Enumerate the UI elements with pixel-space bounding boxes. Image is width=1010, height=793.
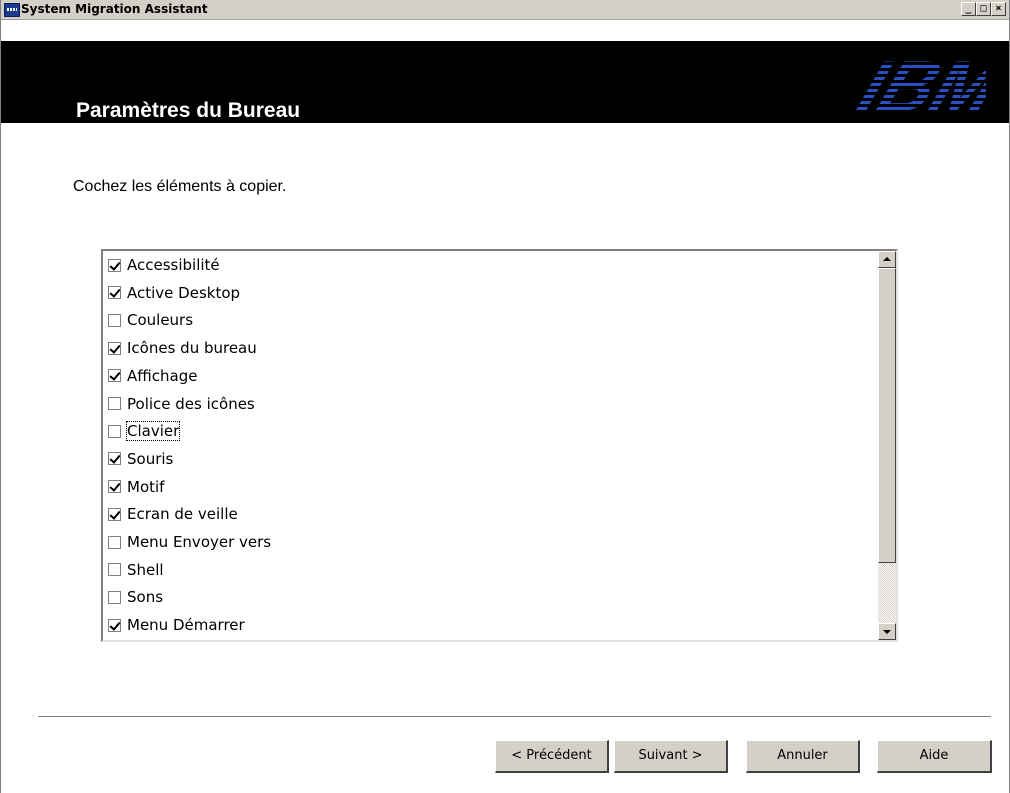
checklist-item-label: Active Desktop xyxy=(127,283,241,302)
items-checklist[interactable]: Accessibilité Active Desktop Couleurs Icône… xyxy=(101,249,898,642)
separator xyxy=(38,716,991,718)
header-banner: Paramètres du Bureau IBM xyxy=(1,41,1009,123)
checklist-item[interactable]: Menu Envoyer vers xyxy=(108,530,271,554)
checklist-item-label: Motif xyxy=(127,477,165,496)
checklist-item-label: Menu Démarrer xyxy=(127,616,245,635)
checklist-item[interactable]: Shell xyxy=(108,558,164,582)
checklist-item[interactable]: Menu Démarrer xyxy=(108,613,245,637)
checklist-item-label: Accessibilité xyxy=(127,256,220,274)
scroll-down-icon[interactable] xyxy=(878,623,896,640)
checklist-item-label: Affichage xyxy=(127,366,198,385)
svg-text:IBM: IBM xyxy=(841,47,986,123)
scroll-up-icon[interactable] xyxy=(878,251,896,268)
checkbox-checked[interactable] xyxy=(108,341,121,355)
checklist-item[interactable]: Active Desktop xyxy=(108,281,240,305)
checklist-item-label: Shell xyxy=(127,560,164,579)
title-strip: System Migration Assistant _ □ × xyxy=(1,0,1009,20)
checklist-item[interactable]: Sons xyxy=(108,585,163,609)
checkbox-unchecked[interactable] xyxy=(108,563,121,577)
checklist-item[interactable]: Accessibilité xyxy=(108,253,220,277)
instruction-text: Cochez les éléments à copier. xyxy=(73,178,287,195)
checkbox-checked[interactable] xyxy=(108,369,121,383)
checklist-items: Accessibilité Active Desktop Couleurs Icône… xyxy=(103,251,878,640)
checkbox-unchecked[interactable] xyxy=(108,424,121,438)
ibm-logo: IBM xyxy=(841,47,986,123)
checkbox-checked[interactable] xyxy=(108,507,121,521)
checklist-item-label: Sons xyxy=(127,588,164,607)
checklist-item[interactable]: Affichage xyxy=(108,364,197,388)
checklist-item[interactable]: Ecran de veille xyxy=(108,502,238,526)
vertical-scrollbar[interactable] xyxy=(878,251,896,640)
checkbox-unchecked[interactable] xyxy=(108,590,121,604)
checklist-item-label: Souris xyxy=(127,449,174,468)
checkbox-checked[interactable] xyxy=(108,618,121,632)
checklist-item-label: Ecran de veille xyxy=(127,505,238,524)
window-title: System Migration Assistant xyxy=(21,2,208,16)
maximize-button[interactable]: □ xyxy=(976,2,991,16)
checklist-item[interactable]: Souris xyxy=(108,447,173,471)
checklist-item-label: Menu Envoyer vers xyxy=(127,533,272,551)
checkbox-unchecked[interactable] xyxy=(108,397,121,410)
scroll-thumb[interactable] xyxy=(878,268,896,563)
checkbox-checked[interactable] xyxy=(108,452,121,466)
back-button[interactable]: < Précédent xyxy=(495,740,609,773)
close-button[interactable]: × xyxy=(991,2,1006,16)
checklist-item[interactable]: Motif xyxy=(108,475,164,499)
checkbox-checked[interactable] xyxy=(108,480,121,494)
checklist-item[interactable]: Couleurs xyxy=(108,308,193,332)
checklist-item[interactable]: Clavier xyxy=(108,419,181,443)
checkbox-unchecked[interactable] xyxy=(108,313,121,327)
page-title: Paramètres du Bureau xyxy=(76,99,301,122)
window-controls: _ □ × xyxy=(961,2,1006,16)
checklist-item[interactable]: Icônes du bureau xyxy=(108,336,257,360)
next-button[interactable]: Suivant > xyxy=(614,740,728,773)
wizard-window: System Migration Assistant _ □ × Paramèt… xyxy=(0,0,1010,793)
minimize-button[interactable]: _ xyxy=(961,2,976,16)
checklist-item-label: Clavier xyxy=(125,421,181,442)
checklist-item[interactable]: Police des icônes xyxy=(108,392,255,416)
app-icon xyxy=(4,3,20,17)
checkbox-checked[interactable] xyxy=(108,286,121,300)
help-button[interactable]: Aide xyxy=(877,740,992,773)
checkbox-unchecked[interactable] xyxy=(108,535,121,549)
checkbox-checked[interactable] xyxy=(108,258,121,272)
checklist-item-label: Icônes du bureau xyxy=(127,339,257,358)
title-bar: System Migration Assistant _ □ × xyxy=(1,0,1009,42)
checklist-item-label: Couleurs xyxy=(127,311,194,330)
cancel-button[interactable]: Annuler xyxy=(746,740,860,773)
checklist-item-label: Police des icônes xyxy=(127,394,255,413)
